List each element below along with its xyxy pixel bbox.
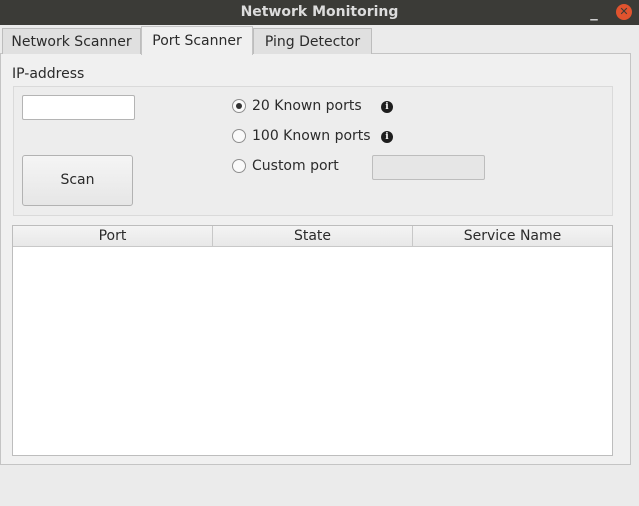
info-icon[interactable]: i [381,101,393,113]
tab-ping-detector[interactable]: Ping Detector [253,28,372,54]
radio-100-known-ports[interactable] [232,129,246,143]
ip-address-input[interactable] [22,95,135,120]
column-header-port[interactable]: Port [13,226,213,247]
results-table[interactable]: Port State Service Name [12,225,613,456]
radio-20-known-ports[interactable] [232,99,246,113]
radio-20-known-ports-label[interactable]: 20 Known ports [252,98,362,114]
radio-100-known-ports-label[interactable]: 100 Known ports [252,128,371,144]
info-icon[interactable]: i [381,131,393,143]
radio-custom-port[interactable] [232,159,246,173]
tab-network-scanner[interactable]: Network Scanner [2,28,141,54]
radio-custom-port-label[interactable]: Custom port [252,158,339,174]
minimize-button[interactable]: _ [585,1,603,23]
window-title: Network Monitoring [240,4,399,20]
column-header-service-name[interactable]: Service Name [413,226,612,247]
tab-port-scanner[interactable]: Port Scanner [141,26,253,55]
ip-address-label: IP-address [12,66,85,82]
scan-button[interactable]: Scan [22,155,133,206]
custom-port-input[interactable] [372,155,485,180]
column-header-state[interactable]: State [213,226,413,247]
close-button[interactable]: ✕ [616,4,632,20]
